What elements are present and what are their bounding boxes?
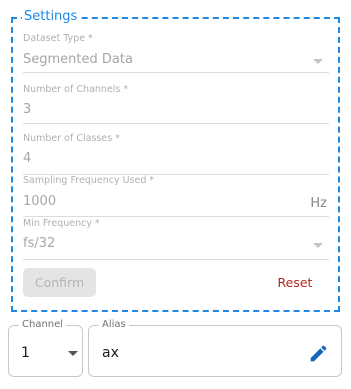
- pencil-edit-icon[interactable]: [308, 343, 329, 364]
- sampling-frequency-underline: [23, 216, 329, 217]
- settings-title: Settings: [22, 8, 80, 25]
- num-channels-underline: [23, 123, 329, 124]
- sampling-frequency-field[interactable]: Sampling Frequency Used * 1000 Hz: [23, 175, 329, 217]
- channel-select[interactable]: Channel 1: [8, 318, 83, 377]
- alias-label: Alias: [99, 318, 129, 331]
- alias-field[interactable]: Alias ax: [88, 318, 342, 377]
- num-classes-label: Number of Classes *: [23, 133, 120, 144]
- sampling-frequency-value: 1000: [23, 194, 57, 209]
- num-channels-field[interactable]: Number of Channels * 3: [23, 84, 329, 124]
- sampling-frequency-label: Sampling Frequency Used *: [23, 175, 155, 186]
- num-channels-value: 3: [23, 102, 32, 117]
- channel-value: 1: [21, 345, 30, 361]
- chevron-down-icon: [68, 351, 78, 356]
- chevron-down-icon: [313, 243, 323, 248]
- min-frequency-select[interactable]: Min Frequency * fs/32: [23, 218, 329, 260]
- dataset-type-select[interactable]: Dataset Type * Segmented Data: [23, 33, 329, 73]
- dataset-type-label: Dataset Type *: [23, 33, 93, 44]
- alias-value: ax: [102, 345, 119, 361]
- dataset-type-underline: [23, 72, 329, 73]
- dataset-type-value: Segmented Data: [23, 52, 133, 67]
- min-frequency-underline: [23, 259, 329, 260]
- num-classes-field[interactable]: Number of Classes * 4: [23, 133, 329, 175]
- num-classes-value: 4: [23, 151, 32, 166]
- min-frequency-value: fs/32: [23, 236, 56, 251]
- min-frequency-label: Min Frequency *: [23, 218, 100, 229]
- reset-button[interactable]: Reset: [268, 268, 322, 297]
- channel-label: Channel: [19, 318, 67, 331]
- sampling-frequency-unit: Hz: [310, 196, 327, 211]
- chevron-down-icon: [313, 59, 323, 64]
- num-channels-label: Number of Channels *: [23, 84, 129, 95]
- confirm-button[interactable]: Confirm: [23, 268, 96, 297]
